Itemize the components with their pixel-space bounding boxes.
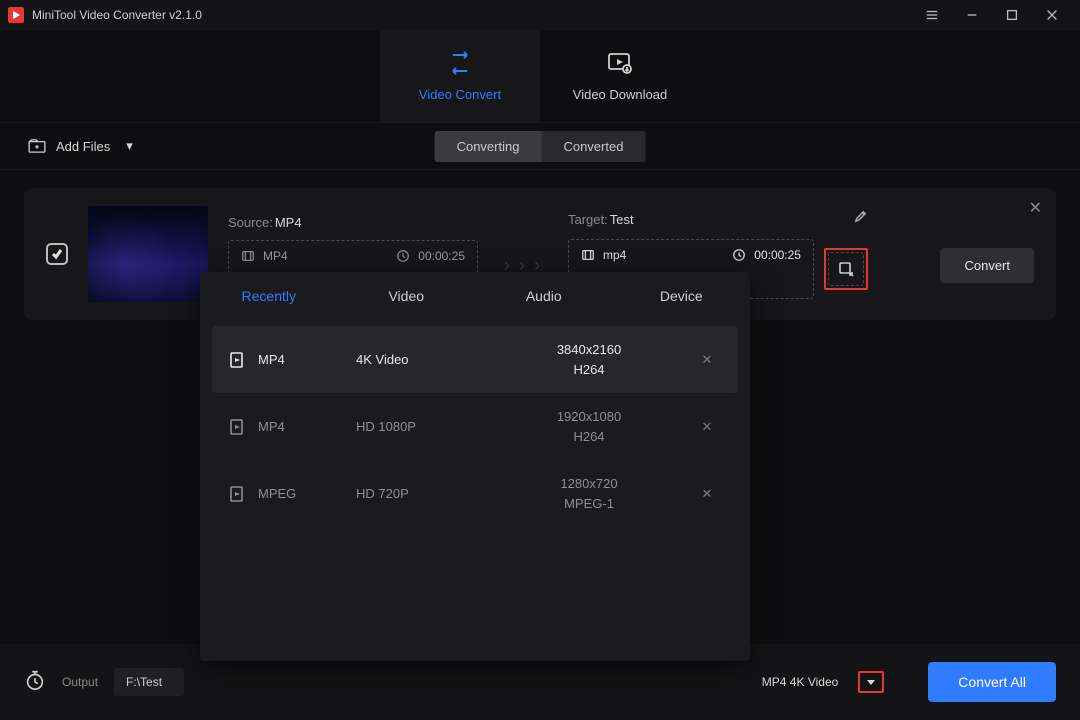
popup-tab-device[interactable]: Device (613, 272, 751, 320)
format-icon (228, 418, 246, 436)
output-path[interactable]: F:\Test (114, 668, 184, 696)
tab-label: Video Download (573, 87, 667, 102)
popup-row[interactable]: MP4 HD 1080P 1920x1080H264 ✕ (212, 393, 738, 460)
source-format: MP4 (263, 249, 288, 263)
preset-label: MP4 4K Video (762, 675, 839, 689)
video-thumbnail (88, 206, 208, 302)
popup-tabs: Recently Video Audio Device (200, 272, 750, 320)
toolbar: Add Files ▾ Converting Converted (0, 122, 1080, 170)
popup-row[interactable]: MPEG HD 720P 1280x720MPEG-1 ✕ (212, 460, 738, 527)
video-file-icon (581, 248, 595, 262)
remove-row-icon[interactable]: ✕ (692, 486, 722, 502)
tab-video-convert[interactable]: Video Convert (380, 30, 540, 122)
tab-video-download[interactable]: Video Download (540, 30, 700, 122)
app-window: MiniTool Video Converter v2.1.0 Video Co… (0, 0, 1080, 720)
source-label: Source: (228, 215, 273, 230)
edit-target-icon[interactable] (853, 209, 868, 229)
timer-icon[interactable] (24, 669, 46, 696)
video-file-icon (241, 249, 255, 263)
convert-button[interactable]: Convert (940, 248, 1034, 283)
target-label: Target: (568, 212, 608, 227)
subtab-converted[interactable]: Converted (541, 131, 645, 162)
source-value: MP4 (275, 215, 302, 230)
chevron-down-icon: ▾ (126, 138, 133, 154)
window-title: MiniTool Video Converter v2.1.0 (32, 8, 202, 22)
output-label: Output (62, 675, 98, 689)
target-duration: 00:00:25 (754, 248, 801, 262)
popup-row[interactable]: MP4 4K Video 3840x2160H264 ✕ (212, 326, 738, 393)
tab-label: Video Convert (419, 87, 501, 102)
target-format: mp4 (603, 248, 626, 262)
subtabs: Converting Converted (435, 131, 646, 162)
source-duration: 00:00:25 (418, 249, 465, 263)
remove-row-icon[interactable]: ✕ (692, 419, 722, 435)
popup-tab-video[interactable]: Video (338, 272, 476, 320)
hamburger-menu-icon[interactable] (912, 0, 952, 30)
remove-row-icon[interactable]: ✕ (692, 352, 722, 368)
arrow-icon: › › › (498, 233, 548, 276)
minimize-icon[interactable] (952, 0, 992, 30)
format-popup: Recently Video Audio Device MP4 4K Video… (200, 272, 750, 661)
app-logo-icon (8, 7, 24, 23)
add-files-button[interactable]: Add Files ▾ (28, 138, 133, 154)
highlight-target-settings (824, 248, 868, 290)
item-checkbox[interactable] (46, 243, 68, 265)
remove-item-icon[interactable]: ✕ (1029, 198, 1042, 218)
add-files-label: Add Files (56, 139, 110, 154)
target-settings-button[interactable] (828, 252, 864, 286)
maximize-icon[interactable] (992, 0, 1032, 30)
close-icon[interactable] (1032, 0, 1072, 30)
clock-icon (732, 248, 746, 262)
header-nav: Video Convert Video Download (0, 30, 1080, 122)
target-value: Test (610, 212, 634, 227)
popup-list: MP4 4K Video 3840x2160H264 ✕ MP4 HD 1080… (200, 320, 750, 661)
preset-dropdown-button[interactable] (858, 671, 884, 693)
format-icon (228, 351, 246, 369)
popup-tab-audio[interactable]: Audio (475, 272, 613, 320)
subtab-converting[interactable]: Converting (435, 131, 542, 162)
convert-all-button[interactable]: Convert All (928, 662, 1056, 702)
format-icon (228, 485, 246, 503)
clock-icon (396, 249, 410, 263)
popup-tab-recently[interactable]: Recently (200, 272, 338, 320)
title-bar: MiniTool Video Converter v2.1.0 (0, 0, 1080, 30)
